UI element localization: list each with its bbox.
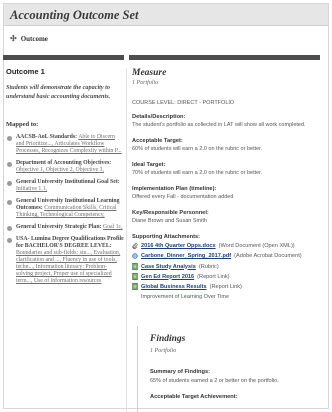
bullet-icon [7,200,12,205]
bullet-icon [7,162,12,167]
attachment-item[interactable]: 2016 4th Quarter Opps.docx (Word Documen… [132,243,295,249]
mapping-links[interactable]: Objective 1, Objective 2, Objective 3, [16,167,104,173]
attachment-type: (Word Document (Open XML)) [218,243,295,249]
findings-border [137,326,138,412]
attachment-type: (Adobe Acrobat Document) [234,253,302,259]
attachment-type: (Report Link) [209,283,242,290]
list-item: General University Institutional Learnin… [6,198,124,219]
mapping-links[interactable]: Boundaries and sub-fields: stu..., Evalu… [16,250,120,284]
outcome-title: Outcome 1 [6,67,45,76]
attachment-link[interactable]: Case Study Analysis [141,264,196,270]
mapping-name: General University Institutional Goal Se… [16,179,120,185]
right-column-header-bar [129,55,320,60]
findings-title: Findings [150,334,186,344]
implementation-plan-text: Offered every Fall - documentation added [132,194,234,200]
attachment-type: (Rubric) [198,263,219,270]
list-item: AACSB-AoL Standards: Able to Discern and… [6,134,124,155]
list-item: USA- Lumina Degree Qualifications Profil… [6,236,124,285]
mapping-name: AACSB-AoL Standards: [16,134,78,140]
document-icon [132,263,138,270]
outcome-toggle[interactable]: ✣ Outcome [10,35,48,44]
header-bar: Accounting Outcome Set [4,4,328,26]
key-personnel-label: Key/Responsible Personnel: [132,210,209,216]
list-item: General University Strategic Plan: Goal … [6,224,124,231]
bullet-icon [7,136,12,141]
details-text: The student's portfolio as collected in … [132,122,306,128]
key-personnel-text: Diane Brown and Susan Smith [132,218,207,224]
outcome-description: Students will demonstrate the capacity t… [6,84,111,100]
attachment-link[interactable]: 2016 4th Quarter Opps.docx [141,243,216,249]
mapping-links[interactable]: Goal 1c, [103,224,123,230]
measure-title: Measure [132,68,167,78]
attachment-type: (Report Link) [197,273,230,280]
mapping-name: USA- Lumina Degree Qualifications Profil… [16,236,124,249]
list-item: General University Institutional Goal Se… [6,179,124,193]
attachment-item[interactable]: Carbone_Dinner_Spring_2017.pdf (Adobe Ac… [132,253,302,259]
summary-findings-label: Summary of Findings: [150,369,211,375]
attachment-link[interactable]: Gen Ed Report 2016 [141,274,194,280]
mapped-to-label: Mapped to: [6,121,39,128]
bullet-icon [7,181,12,186]
acceptable-target-text: 60% of students will earn a 2.0 on the r… [132,146,263,152]
outcome-toggle-label: Outcome [20,35,48,43]
summary-findings-text: 65% of students earned a 2 or better on … [150,378,279,384]
page-title: Accounting Outcome Set [10,8,139,22]
ideal-target-text: 70% of students will earn a 2.0 on the r… [132,170,263,176]
supporting-attachments-label: Supporting Attachments: [132,234,201,240]
attachment-link[interactable]: Global Business Results [141,284,207,290]
document-icon [132,283,138,290]
list-item: Department of Accounting Objectives: Obj… [6,160,124,174]
implementation-plan-label: Implementation Plan (timeline): [132,186,217,192]
improvement-text: Improvement of Learning Over Time [141,294,230,300]
course-level: COURSE LEVEL: DIRECT - PORTFOLIO [132,100,235,106]
mapping-name: Department of Accounting Objectives: [16,160,112,166]
expand-icon[interactable]: ✣ [10,35,17,43]
paperclip-icon [132,243,138,249]
mapping-name: General University Strategic Plan: [16,224,102,230]
details-label: Details/Description: [132,114,186,120]
document-icon [132,273,138,280]
mapping-links[interactable]: Initiative 1.1, [16,186,47,192]
findings-subtitle: 1 Portfolio [150,348,177,354]
ideal-target-label: Ideal Target: [132,162,166,168]
measure-header: Measure 1 Portfolio [132,68,322,86]
measure-subtitle: 1 Portfolio [132,80,159,86]
acceptable-target-label: Acceptable Target: [132,138,183,144]
target-achievement-label: Acceptable Target Achievement: [150,394,238,400]
bullet-icon [7,226,12,231]
outcome-summary: Outcome 1 Students will demonstrate the … [6,67,124,101]
attachment-item[interactable]: Gen Ed Report 2016 (Report Link) [132,273,230,280]
attachment-item[interactable]: Global Business Results (Report Link) [132,283,242,290]
bullet-icon [7,238,12,243]
attachment-link[interactable]: Carbone_Dinner_Spring_2017.pdf [141,253,231,259]
left-column-header-bar [3,55,124,60]
mapped-list: AACSB-AoL Standards: Able to Discern and… [6,134,124,290]
attachment-item[interactable]: Case Study Analysis (Rubric) [132,263,219,270]
globe-icon [132,253,138,259]
column-divider [126,68,127,412]
